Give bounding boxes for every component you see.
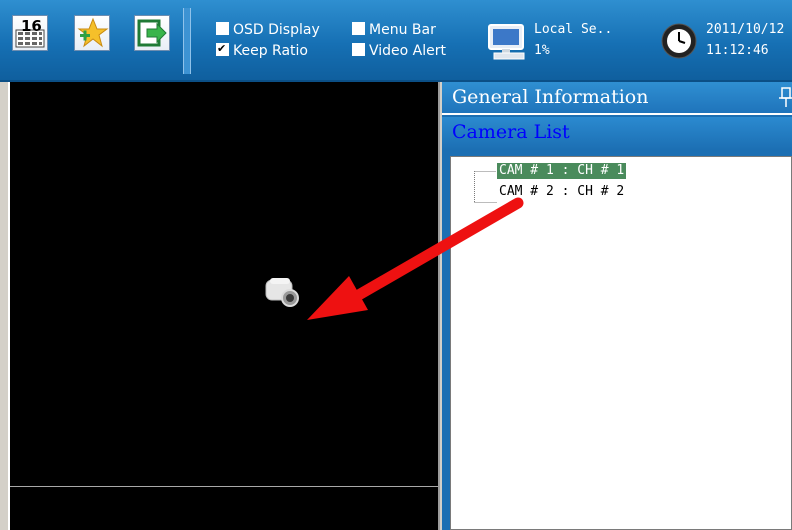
keep-ratio-label: Keep Ratio [233, 43, 308, 59]
toolbar-buttons: 16 [6, 15, 176, 65]
osd-display-option[interactable]: OSD Display [216, 22, 320, 38]
toolbar-separator [183, 8, 191, 74]
local-site-usage: 1% [534, 43, 550, 58]
camera-list-title: Camera List [452, 121, 570, 143]
svg-text:16: 16 [21, 17, 42, 35]
layout-16-button[interactable]: 16 [12, 15, 48, 51]
camera-node-1[interactable]: CAM # 1 : CH # 1 [495, 162, 628, 180]
pin-icon[interactable] [778, 87, 792, 109]
favorite-add-button[interactable] [74, 15, 110, 51]
video-divider [10, 486, 438, 487]
star-plus-icon [77, 17, 109, 48]
video-alert-checkbox[interactable] [352, 43, 365, 56]
osd-display-checkbox[interactable] [216, 22, 229, 35]
clock-time: 11:12:46 [706, 43, 769, 58]
menu-bar-label: Menu Bar [369, 22, 436, 38]
menu-bar-option[interactable]: Menu Bar [352, 22, 436, 38]
keep-ratio-option[interactable]: Keep Ratio [216, 41, 308, 59]
side-panel: General Information Camera List CAM # 1 … [442, 82, 792, 530]
main-toolbar: 16 OSD Display Keep Ratio Menu Bar Vi [0, 0, 792, 82]
camera-list-header[interactable]: Camera List [442, 117, 792, 150]
camera-placeholder-icon [264, 274, 302, 314]
camera-tree: CAM # 1 : CH # 1 CAM # 2 : CH # 2 [450, 156, 792, 530]
clock-date: 2011/10/12 [706, 22, 785, 37]
general-information-title: General Information [452, 86, 649, 108]
osd-display-label: OSD Display [233, 22, 320, 38]
exit-arrow-icon [137, 19, 167, 47]
camera-node-2[interactable]: CAM # 2 : CH # 2 [497, 184, 626, 200]
keep-ratio-checkbox[interactable] [216, 41, 229, 57]
tree-lines [474, 171, 497, 203]
local-site-monitor-icon[interactable] [486, 23, 528, 65]
clock-icon [660, 22, 698, 64]
video-view[interactable] [8, 82, 440, 530]
video-alert-label: Video Alert [369, 43, 446, 59]
video-alert-option[interactable]: Video Alert [352, 43, 446, 59]
exit-button[interactable] [134, 15, 170, 51]
grid-16-icon: 16 [15, 17, 45, 48]
menu-bar-checkbox[interactable] [352, 22, 365, 35]
local-site-name: Local Se.. [534, 22, 613, 37]
general-information-header[interactable]: General Information [442, 82, 792, 115]
